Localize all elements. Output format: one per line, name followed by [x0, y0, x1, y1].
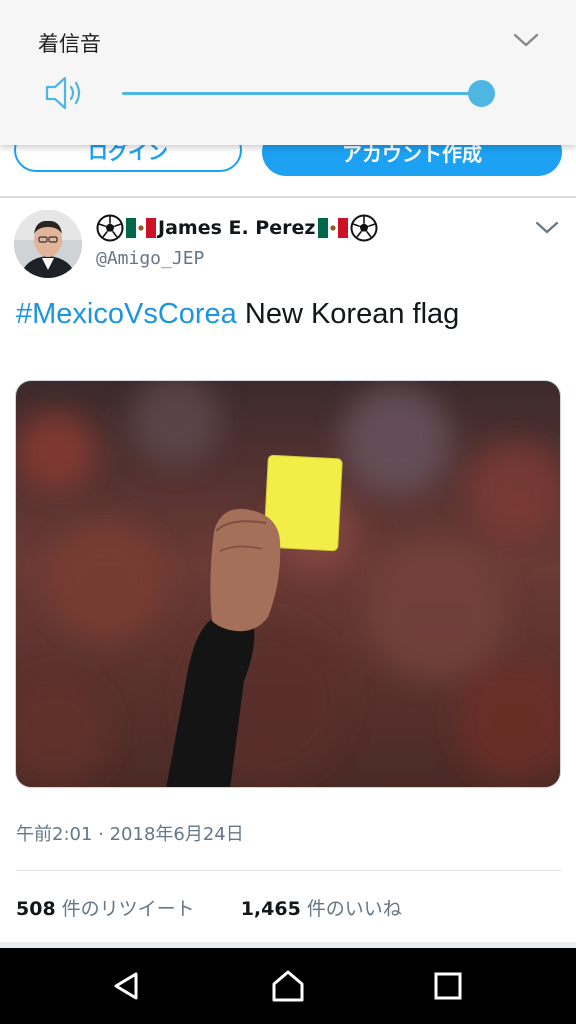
android-nav-bar: [0, 948, 576, 1024]
retweet-count[interactable]: 508 件のリツイート: [16, 894, 195, 921]
divider: [16, 870, 562, 871]
tweet-photo[interactable]: [15, 380, 561, 788]
volume-slider-track[interactable]: [122, 92, 482, 95]
tweet-body: New Korean flag: [236, 298, 460, 330]
display-name-text: James E. Perez: [158, 217, 316, 239]
like-number: 1,465: [240, 898, 301, 920]
tweet-stats: 508 件のリツイート 1,465 件のいいね: [16, 894, 402, 921]
recents-icon[interactable]: [428, 966, 468, 1006]
hashtag-link[interactable]: #MexicoVsCorea: [16, 298, 237, 330]
back-icon[interactable]: [108, 966, 148, 1006]
retweet-label: 件のリツイート: [61, 898, 195, 920]
display-name[interactable]: James E. Perez: [96, 213, 380, 243]
like-label: 件のいいね: [306, 898, 402, 920]
like-count[interactable]: 1,465 件のいいね: [241, 894, 402, 921]
soccer-ball-icon: [350, 214, 378, 242]
volume-title: 着信音: [38, 32, 101, 56]
tweet-menu-chevron-icon[interactable]: [534, 219, 560, 237]
speaker-icon[interactable]: [44, 74, 86, 112]
retweet-number: 508: [16, 898, 56, 920]
volume-slider-thumb[interactable]: [468, 80, 495, 107]
soccer-ball-icon: [96, 214, 124, 242]
mexico-flag-icon: [318, 218, 349, 238]
home-icon[interactable]: [268, 966, 308, 1006]
avatar[interactable]: [14, 210, 82, 278]
tweet-text: #MexicoVsCorea New Korean flag: [16, 298, 459, 331]
mexico-flag-icon: [126, 218, 156, 238]
username[interactable]: @Amigo_JEP: [96, 248, 204, 269]
tweet-timestamp[interactable]: 午前2:01 · 2018年6月24日: [16, 820, 244, 846]
volume-panel: 着信音: [0, 0, 576, 145]
chevron-down-icon[interactable]: [512, 30, 540, 50]
